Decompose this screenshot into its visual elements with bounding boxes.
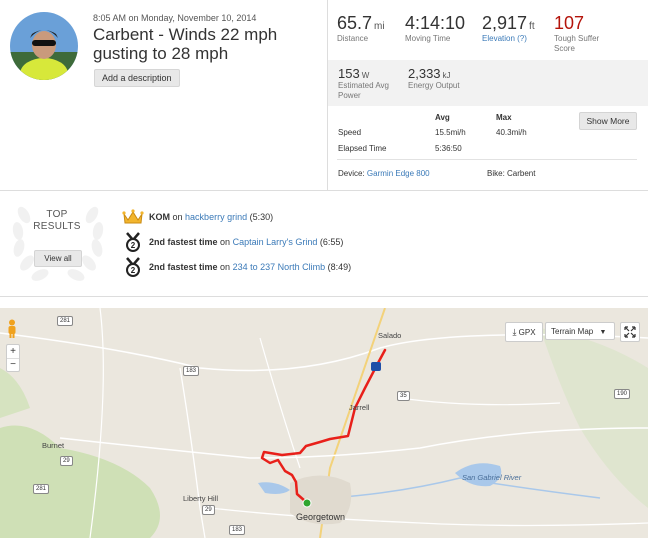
highway-shield: 190 bbox=[614, 389, 631, 399]
highway-shield: 29 bbox=[60, 456, 73, 466]
segment-link[interactable]: hackberry grind bbox=[185, 212, 247, 222]
top-results-title-line2: RESULTS bbox=[33, 221, 81, 232]
table-header-avg: Avg bbox=[435, 113, 450, 122]
achievement-rank: KOM bbox=[149, 212, 170, 222]
stat-distance-value: 65.7 bbox=[337, 13, 373, 33]
download-icon: ⤓ bbox=[512, 327, 517, 337]
achievement-time: (5:30) bbox=[249, 212, 274, 222]
activity-date: 8:05 AM on Monday, November 10, 2014 bbox=[93, 13, 257, 23]
stat-energy-output: 2,333 kJ Energy Output bbox=[408, 66, 460, 91]
achievement-rank: 2nd fastest time bbox=[149, 262, 218, 272]
map-label-georgetown: Georgetown bbox=[296, 512, 346, 522]
caret-down-icon: ▼ bbox=[599, 329, 607, 336]
stat-moving-time: 4:14:10 Moving Time bbox=[405, 13, 465, 44]
stat-suffer-score: 107 Tough Suffer Score bbox=[554, 13, 614, 54]
section-divider bbox=[0, 190, 648, 191]
segment-link[interactable]: Captain Larry's Grind bbox=[233, 237, 318, 247]
achievement-rank: 2nd fastest time bbox=[149, 237, 218, 247]
gpx-download-button[interactable]: ⤓ GPX bbox=[505, 322, 543, 342]
map-label-burnet: Burnet bbox=[42, 441, 65, 450]
elapsed-time-value: 5:36:50 bbox=[435, 144, 462, 153]
map-label-san-gabriel-river: San Gabriel River bbox=[462, 473, 522, 482]
stat-distance-label: Distance bbox=[337, 34, 369, 43]
view-all-button[interactable]: View all bbox=[34, 250, 82, 267]
map-terrain bbox=[0, 308, 648, 538]
street-view-pegman-icon[interactable] bbox=[6, 319, 18, 339]
achievement-item: 2nd fastest time on 234 to 237 North Cli… bbox=[149, 262, 351, 272]
highway-shield: 281 bbox=[33, 484, 50, 494]
stat-energy-label: Energy Output bbox=[408, 81, 460, 90]
svg-text:2: 2 bbox=[131, 241, 136, 250]
expand-icon bbox=[624, 326, 636, 338]
table-header-max: Max bbox=[496, 113, 512, 122]
stat-elevation-unit: ft bbox=[529, 21, 535, 32]
achievement-on: on bbox=[172, 212, 183, 222]
stat-elevation-label[interactable]: Elevation (?) bbox=[482, 34, 535, 44]
device-info: Device: Garmin Edge 800 bbox=[338, 169, 430, 178]
map-type-select[interactable]: Terrain Map ▼ bbox=[545, 322, 615, 340]
speed-max-value: 40.3mi/h bbox=[496, 128, 527, 137]
svg-text:2: 2 bbox=[131, 266, 136, 275]
section-divider bbox=[0, 296, 648, 297]
map-label-salado: Salado bbox=[378, 331, 402, 340]
stat-moving-time-label: Moving Time bbox=[405, 34, 451, 43]
achievement-time: (6:55) bbox=[319, 237, 344, 247]
activity-title[interactable]: Carbent - Winds 22 mph gusting to 28 mph bbox=[93, 25, 313, 63]
top-results-title-line1: TOP bbox=[46, 209, 68, 220]
highway-shield: 35 bbox=[397, 391, 410, 401]
achievement-on: on bbox=[220, 237, 231, 247]
crown-icon bbox=[122, 209, 144, 224]
stat-avg-power: 153 W Estimated Avg Power bbox=[338, 66, 398, 101]
achievement-item: 2nd fastest time on Captain Larry's Grin… bbox=[149, 237, 343, 247]
stat-suffer-score-label[interactable]: Tough Suffer Score bbox=[554, 34, 614, 54]
achievement-time: (8:49) bbox=[327, 262, 352, 272]
device-link[interactable]: Garmin Edge 800 bbox=[367, 169, 430, 178]
highway-shield: 183 bbox=[229, 525, 246, 535]
map-type-label: Terrain Map bbox=[551, 327, 594, 336]
table-divider bbox=[337, 159, 637, 160]
bike-info: Bike: Carbent bbox=[487, 169, 536, 178]
top-results-title: TOP RESULTS bbox=[20, 209, 94, 233]
fullscreen-button[interactable] bbox=[620, 322, 640, 342]
stat-elevation: 2,917 ft Elevation (?) bbox=[482, 13, 535, 44]
stat-avg-power-unit: W bbox=[361, 71, 370, 80]
medal-2-icon: 2 bbox=[126, 232, 140, 252]
stat-distance: 65.7 mi Distance bbox=[337, 13, 385, 44]
highway-shield: 183 bbox=[183, 366, 200, 376]
stat-energy-value: 2,333 bbox=[408, 66, 441, 81]
show-more-button[interactable]: Show More bbox=[579, 112, 637, 130]
stat-distance-unit: mi bbox=[374, 21, 385, 32]
zoom-out-button[interactable]: − bbox=[7, 358, 19, 371]
elapsed-time-label: Elapsed Time bbox=[338, 144, 387, 153]
stat-energy-unit: kJ bbox=[442, 71, 451, 80]
highway-shield: 29 bbox=[202, 505, 215, 515]
stat-avg-power-label: Estimated Avg Power bbox=[338, 81, 389, 100]
route-map[interactable]: Salado Jarrell Burnet Liberty Hill Georg… bbox=[0, 308, 648, 538]
stat-moving-time-value: 4:14:10 bbox=[405, 13, 466, 33]
achievement-on: on bbox=[220, 262, 231, 272]
add-description-button[interactable]: Add a description bbox=[94, 69, 180, 87]
athlete-avatar[interactable] bbox=[10, 12, 78, 80]
speed-avg-value: 15.5mi/h bbox=[435, 128, 466, 137]
segment-link[interactable]: 234 to 237 North Climb bbox=[233, 262, 326, 272]
map-label-liberty-hill: Liberty Hill bbox=[183, 494, 219, 503]
zoom-in-button[interactable]: + bbox=[7, 345, 19, 358]
achievement-item: KOM on hackberry grind (5:30) bbox=[149, 212, 273, 222]
device-label: Device: bbox=[338, 169, 365, 178]
medal-2-icon: 2 bbox=[126, 257, 140, 277]
map-label-jarrell: Jarrell bbox=[349, 403, 370, 412]
stat-suffer-score-value: 107 bbox=[554, 13, 585, 33]
stat-avg-power-value: 153 bbox=[338, 66, 360, 81]
gpx-button-label: GPX bbox=[518, 328, 536, 337]
speed-label: Speed bbox=[338, 128, 362, 137]
stat-elevation-value: 2,917 bbox=[482, 13, 528, 33]
highway-shield: 281 bbox=[57, 316, 74, 326]
zoom-control: + − bbox=[6, 344, 20, 372]
